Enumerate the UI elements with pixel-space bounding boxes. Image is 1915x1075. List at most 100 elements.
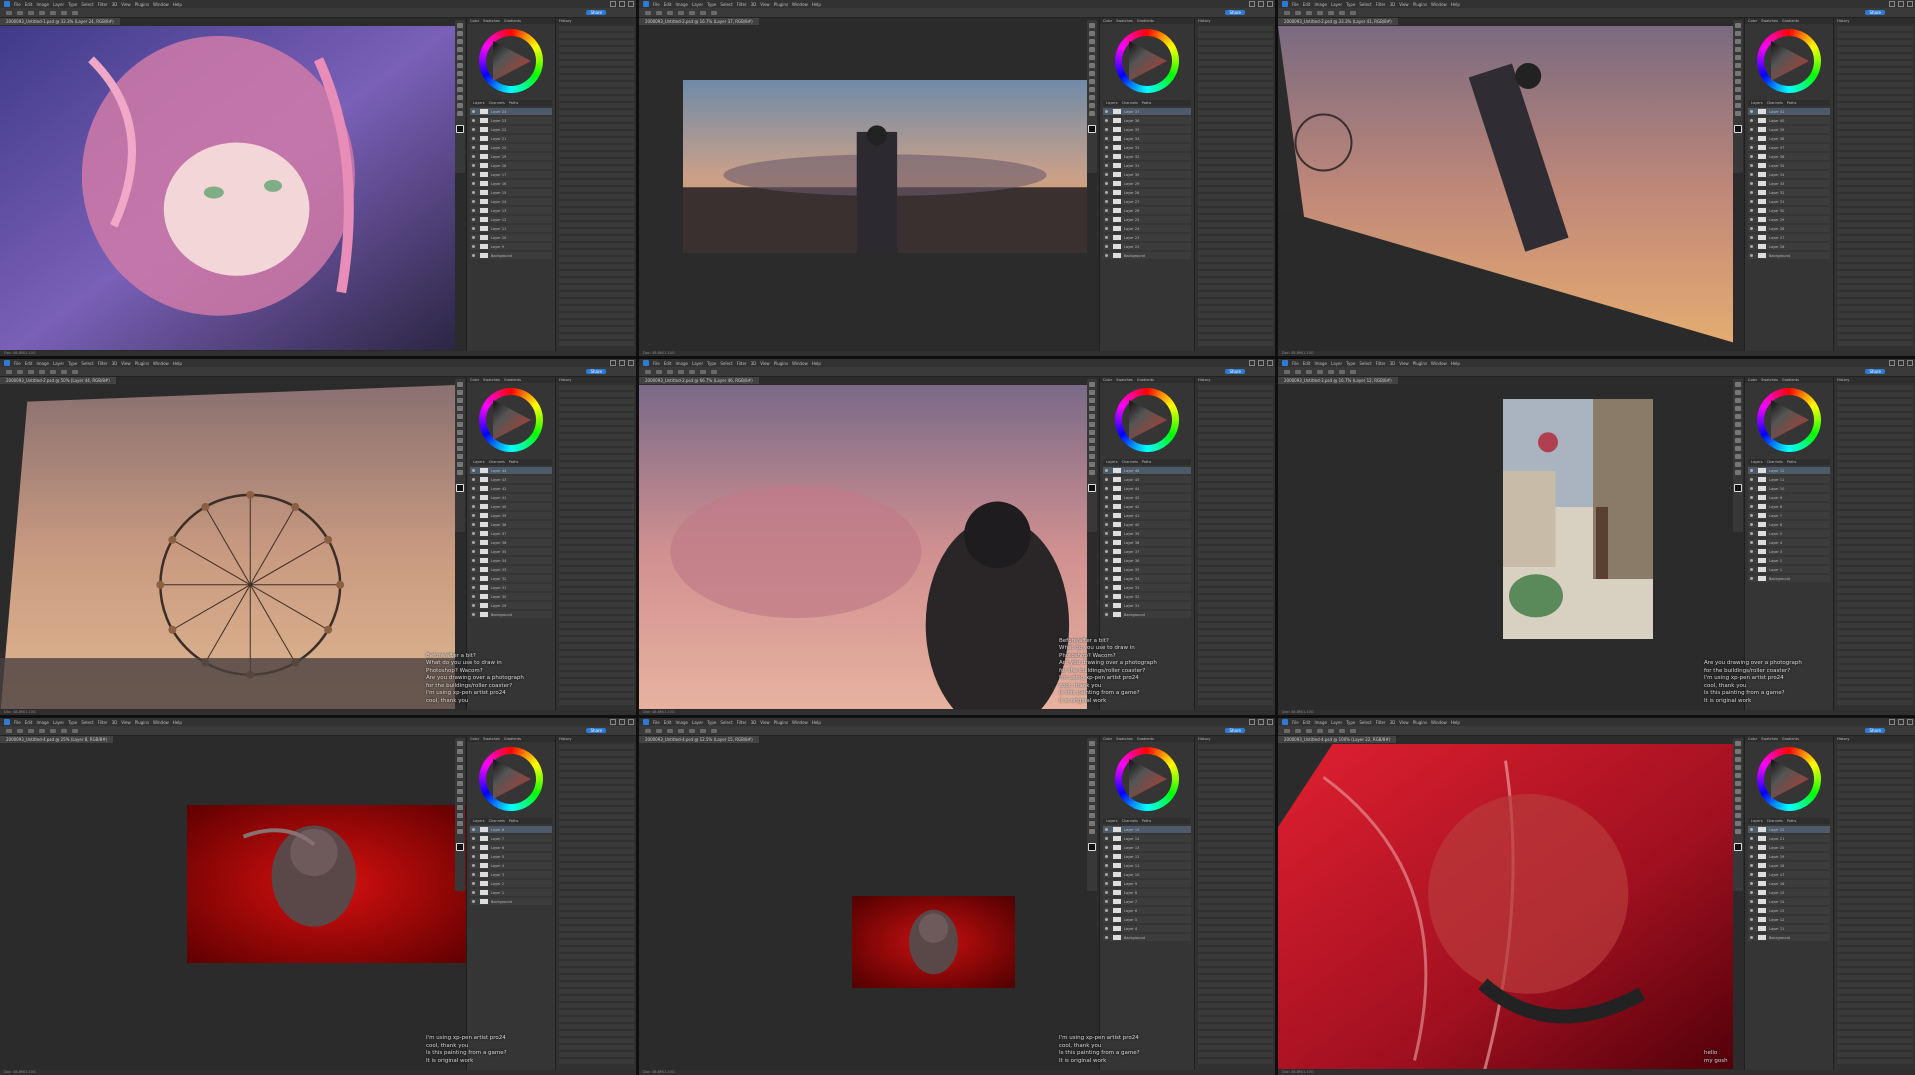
- layer-row[interactable]: Layer 33: [470, 566, 552, 573]
- document-tab[interactable]: 2000093_Untitled-4.psd @ 100% (Layer 22,…: [1278, 736, 1397, 743]
- visibility-eye-icon[interactable]: [1105, 173, 1108, 176]
- mode-icon[interactable]: [678, 728, 684, 733]
- visibility-eye-icon[interactable]: [472, 882, 475, 885]
- brush-tool-icon[interactable]: [1089, 422, 1095, 427]
- layer-row[interactable]: Layer 43: [1103, 494, 1191, 501]
- history-state[interactable]: [559, 686, 634, 691]
- menu-item-view[interactable]: View: [1399, 361, 1409, 366]
- history-state[interactable]: [1198, 546, 1273, 551]
- history-state[interactable]: [1198, 793, 1273, 798]
- history-state[interactable]: [1837, 257, 1913, 262]
- layer-row[interactable]: Layer 35: [1748, 162, 1830, 169]
- history-state[interactable]: [1198, 539, 1273, 544]
- brush-size-icon[interactable]: [667, 369, 673, 374]
- layer-row[interactable]: Layer 20: [1748, 844, 1830, 851]
- visibility-eye-icon[interactable]: [1750, 236, 1753, 239]
- history-state[interactable]: [1837, 779, 1913, 784]
- history-state[interactable]: [1198, 385, 1273, 390]
- history-state[interactable]: [1837, 630, 1913, 635]
- history-state[interactable]: [1837, 581, 1913, 586]
- visibility-eye-icon[interactable]: [472, 541, 475, 544]
- marquee-tool-icon[interactable]: [1089, 749, 1095, 754]
- history-state[interactable]: [1198, 933, 1273, 938]
- maximize-icon[interactable]: [1898, 1, 1904, 7]
- layer-row[interactable]: Layer 39: [470, 512, 552, 519]
- menu-item-window[interactable]: Window: [153, 361, 169, 366]
- history-state[interactable]: [1837, 497, 1913, 502]
- history-state[interactable]: [1198, 406, 1273, 411]
- history-state[interactable]: [559, 567, 634, 572]
- menu-item-type[interactable]: Type: [1346, 361, 1355, 366]
- history-state[interactable]: [559, 124, 634, 129]
- visibility-eye-icon[interactable]: [1105, 496, 1108, 499]
- history-panel-tab[interactable]: History: [1834, 18, 1915, 24]
- eyedropper-tool-icon[interactable]: [457, 414, 463, 419]
- flow-icon[interactable]: [1339, 10, 1345, 15]
- history-state[interactable]: [559, 299, 634, 304]
- history-state[interactable]: [1198, 313, 1273, 318]
- layer-row[interactable]: Layer 7: [470, 835, 552, 842]
- menu-item-type[interactable]: Type: [707, 720, 716, 725]
- opacity-icon[interactable]: [1328, 728, 1334, 733]
- mode-icon[interactable]: [39, 10, 45, 15]
- layer-row[interactable]: Layer 38: [1748, 135, 1830, 142]
- eraser-tool-icon[interactable]: [1089, 430, 1095, 435]
- layer-row[interactable]: Layer 31: [1103, 602, 1191, 609]
- menu-item-edit[interactable]: Edit: [25, 2, 33, 7]
- history-state[interactable]: [559, 793, 634, 798]
- history-state[interactable]: [1198, 665, 1273, 670]
- panel-tab-color[interactable]: Color: [470, 736, 479, 742]
- history-state[interactable]: [1198, 462, 1273, 467]
- layer-row[interactable]: Layer 44: [1103, 485, 1191, 492]
- eraser-tool-icon[interactable]: [1735, 71, 1741, 76]
- document-tab[interactable]: 2000093_Untitled-2.psd @ 16.7% (Layer 37…: [639, 18, 759, 25]
- history-state[interactable]: [559, 835, 634, 840]
- history-state[interactable]: [1198, 292, 1273, 297]
- history-state[interactable]: [1837, 327, 1913, 332]
- history-state[interactable]: [1837, 476, 1913, 481]
- layer-row[interactable]: Layer 35: [1103, 126, 1191, 133]
- layer-row[interactable]: Layer 42: [470, 485, 552, 492]
- history-state[interactable]: [559, 700, 634, 705]
- visibility-eye-icon[interactable]: [1105, 245, 1108, 248]
- zoom-tool-icon[interactable]: [1089, 829, 1095, 834]
- eraser-tool-icon[interactable]: [1089, 789, 1095, 794]
- share-button[interactable]: Share: [1225, 10, 1245, 15]
- history-state[interactable]: [1837, 250, 1913, 255]
- history-state[interactable]: [1837, 693, 1913, 698]
- menu-item-3d[interactable]: 3D: [751, 361, 757, 366]
- history-state[interactable]: [1837, 842, 1913, 847]
- flow-icon[interactable]: [61, 728, 67, 733]
- layer-row[interactable]: Layer 34: [1103, 575, 1191, 582]
- history-state[interactable]: [1837, 33, 1913, 38]
- mode-icon[interactable]: [1317, 369, 1323, 374]
- layer-row[interactable]: Layer 30: [1748, 207, 1830, 214]
- history-state[interactable]: [1198, 504, 1273, 509]
- visibility-eye-icon[interactable]: [1750, 191, 1753, 194]
- layer-row[interactable]: Layer 37: [1103, 108, 1191, 115]
- history-state[interactable]: [1837, 758, 1913, 763]
- visibility-eye-icon[interactable]: [1750, 227, 1753, 230]
- history-state[interactable]: [1198, 82, 1273, 87]
- history-state[interactable]: [1198, 334, 1273, 339]
- history-state[interactable]: [1837, 961, 1913, 966]
- layer-row[interactable]: Layer 8: [1103, 889, 1191, 896]
- history-state[interactable]: [1837, 511, 1913, 516]
- menu-item-plugins[interactable]: Plugins: [135, 2, 149, 7]
- close-icon[interactable]: [628, 360, 634, 366]
- history-state[interactable]: [559, 905, 634, 910]
- menu-item-plugins[interactable]: Plugins: [135, 720, 149, 725]
- history-state[interactable]: [559, 187, 634, 192]
- history-state[interactable]: [559, 40, 634, 45]
- history-state[interactable]: [559, 497, 634, 502]
- menu-item-filter[interactable]: Filter: [98, 361, 108, 366]
- history-state[interactable]: [1837, 145, 1913, 150]
- layer-row[interactable]: Background: [1103, 252, 1191, 259]
- menu-item-file[interactable]: File: [1292, 361, 1299, 366]
- eraser-tool-icon[interactable]: [1735, 430, 1741, 435]
- history-state[interactable]: [559, 173, 634, 178]
- history-state[interactable]: [1198, 814, 1273, 819]
- history-state[interactable]: [559, 560, 634, 565]
- history-state[interactable]: [559, 413, 634, 418]
- layer-row[interactable]: Layer 33: [1748, 180, 1830, 187]
